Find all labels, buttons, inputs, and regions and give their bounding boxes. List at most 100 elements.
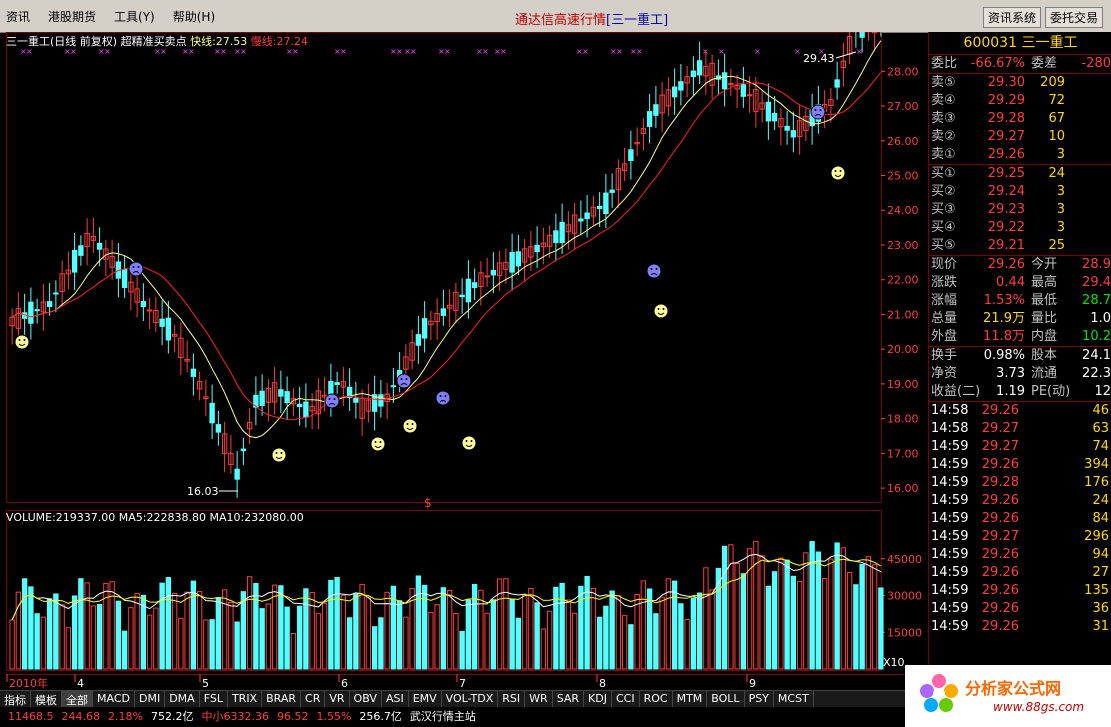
candle-body	[471, 282, 478, 288]
price-tick-label: 17.00	[887, 447, 919, 460]
volume-bar	[84, 582, 90, 670]
volume-bar	[365, 596, 372, 670]
volume-bar	[678, 603, 684, 670]
buy-price: 29.25	[987, 166, 1025, 181]
candle-body	[596, 205, 603, 210]
status-item: 96.52	[276, 710, 309, 723]
tab-boll[interactable]: BOLL	[707, 691, 745, 708]
weicha-value: -280	[1081, 56, 1111, 71]
volume-bar	[784, 559, 790, 670]
volume-bar	[159, 582, 165, 670]
tab-macd[interactable]: MACD	[93, 691, 135, 708]
tab-cci[interactable]: CCI	[612, 691, 640, 708]
volume-bar	[703, 567, 709, 670]
candle-body	[34, 309, 40, 312]
volume-bar	[228, 601, 234, 670]
candle-body	[628, 149, 634, 161]
volume-bar	[328, 579, 334, 670]
status-item: 244.68	[61, 710, 101, 723]
tick-list[interactable]: 14:58 29.26 46 14:58 29.27 63 14:59 29.27 74 14:5…	[929, 402, 1111, 636]
tab-wr[interactable]: WR	[525, 691, 553, 708]
tab-trix[interactable]: TRIX	[228, 691, 263, 708]
tick-volume: 24	[1092, 493, 1109, 508]
tab-rsi[interactable]: RSI	[498, 691, 526, 708]
volume-bar	[659, 596, 665, 670]
volume-bar	[815, 551, 822, 670]
fin-value-2: 12	[1094, 384, 1111, 399]
tab-dmi[interactable]: DMI	[135, 691, 166, 708]
volume-bar	[90, 605, 97, 670]
kline-chart[interactable]: 28.00 27.00 26.00 25.00 24.00 23.00 22.00 21.00…	[6, 32, 928, 690]
tab-mcst[interactable]: MCST	[774, 691, 814, 708]
tick-volume: 176	[1084, 475, 1109, 490]
tab-vol-tdx[interactable]: VOL-TDX	[442, 691, 499, 708]
menu-item-help[interactable]: 帮助(H)	[173, 8, 215, 25]
volume-bar	[546, 610, 553, 670]
volume-bar	[303, 588, 309, 670]
indicator-tabs: 指标 模板 全部 MACD DMI DMA FSL TRIX BRAR CR VR OBV ASI EMV…	[0, 690, 928, 708]
trade-button[interactable]: 委托交易	[1044, 7, 1103, 28]
tab-obv[interactable]: OBV	[350, 691, 382, 708]
info-system-button[interactable]: 资讯系统	[982, 7, 1041, 28]
fin-label: 净资	[931, 366, 958, 381]
tick-volume: 63	[1092, 421, 1109, 436]
volume-bar	[65, 627, 72, 670]
fin-value-2: 24.1	[1082, 348, 1111, 363]
tab-kdj[interactable]: KDJ	[584, 691, 612, 708]
volume-bar	[615, 595, 622, 670]
tick-volume: 394	[1084, 457, 1109, 472]
title-bar: 资讯 港股期货 工具(Y) 帮助(H) 通达信高速行情[三一重工] 资讯系统 委…	[0, 0, 1111, 33]
stat-label-2: 今开	[1031, 257, 1058, 272]
volume-bar	[340, 595, 347, 670]
weibi-row: 委比 -66.67% 委差 -280	[929, 55, 1111, 73]
volume-bar	[771, 571, 778, 670]
tab-mtm[interactable]: MTM	[673, 691, 708, 708]
volume-bar	[465, 599, 472, 670]
tab-指标[interactable]: 指标	[0, 691, 31, 708]
tick-volume: 27	[1092, 565, 1109, 580]
menu-item-hk-futures[interactable]: 港股期货	[48, 8, 96, 25]
tab-dma[interactable]: DMA	[165, 691, 200, 708]
buy-level-label: 买④	[931, 220, 956, 235]
tick-volume: 46	[1092, 403, 1109, 418]
tab-全部[interactable]: 全部	[62, 691, 93, 708]
candle-body	[303, 401, 309, 418]
tab-fsl[interactable]: FSL	[200, 691, 228, 708]
tick-row: 14:59 29.26 36	[929, 600, 1111, 618]
buy-volume: 3	[1056, 202, 1065, 217]
tab-emv[interactable]: EMV	[409, 691, 442, 708]
sell-signal-eye	[444, 395, 447, 397]
stat-label-2: 内盘	[1031, 329, 1058, 344]
stat-value-2: 29.4	[1082, 275, 1111, 290]
buy-row-4: 买④ 29.22 3	[929, 219, 1111, 237]
volume-bar	[509, 598, 515, 670]
tab-sar[interactable]: SAR	[553, 691, 585, 708]
stat-row: 现价 29.26 今开 28.9	[929, 256, 1111, 274]
candle-body	[765, 101, 772, 122]
menu-item-zixun[interactable]: 资讯	[6, 8, 30, 25]
fin-label: 换手	[931, 348, 958, 363]
buy-signal-eye	[406, 423, 409, 425]
sell-row-3: 卖③ 29.28 67	[929, 110, 1111, 128]
candle-body	[353, 397, 359, 403]
tab-brar[interactable]: BRAR	[262, 691, 302, 708]
volume-bar	[359, 583, 365, 670]
price-tick-label: 25.00	[887, 170, 919, 183]
candle-body	[240, 448, 247, 452]
candle-body	[740, 84, 747, 97]
tab-模板[interactable]: 模板	[31, 691, 62, 708]
tab-asi[interactable]: ASI	[382, 691, 409, 708]
chart-area[interactable]: 28.00 27.00 26.00 25.00 24.00 23.00 22.00 21.00…	[6, 32, 928, 690]
date-label: 8	[599, 677, 606, 690]
signal-marker: ×	[340, 47, 347, 56]
tab-psy[interactable]: PSY	[745, 691, 774, 708]
tick-row: 14:59 29.26 84	[929, 510, 1111, 528]
menu-item-tools[interactable]: 工具(Y)	[114, 8, 155, 25]
tab-roc[interactable]: ROC	[640, 691, 673, 708]
tick-row: 14:59 29.26 135	[929, 582, 1111, 600]
tab-cr[interactable]: CR	[301, 691, 326, 708]
price-tick-label: 26.00	[887, 135, 919, 148]
tick-time: 14:59	[931, 583, 969, 598]
tab-vr[interactable]: VR	[325, 691, 350, 708]
volume-bar	[403, 616, 409, 670]
